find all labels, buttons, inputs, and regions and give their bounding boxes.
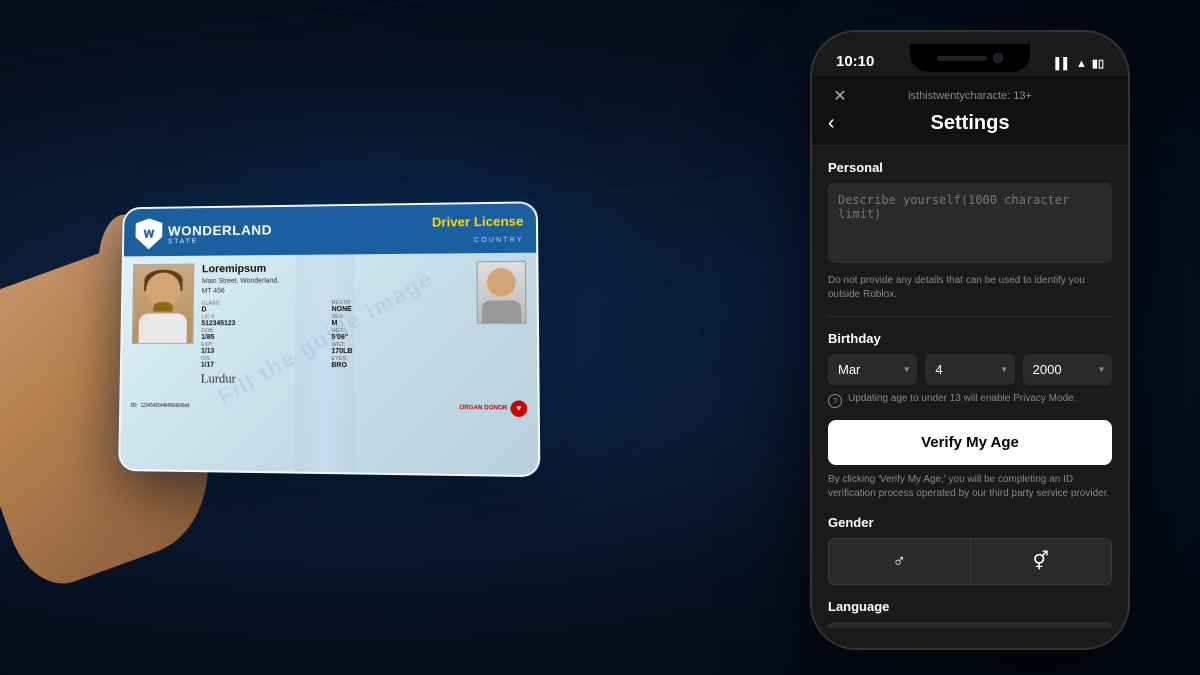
back-row: ‹ Settings — [828, 112, 1112, 145]
card-photo — [132, 263, 195, 343]
verify-age-button[interactable]: Verify My Age — [828, 420, 1112, 465]
app-subtitle: isthistwentycharacte: 13+ — [908, 90, 1032, 102]
language-section: Language English Spanish French German P… — [828, 599, 1112, 628]
card-info: Loremipsum Main Street, Wonderland, MT 4… — [201, 261, 465, 387]
month-select-wrapper: JanFebMar AprMayJun JulAugSep OctNovDec … — [828, 354, 917, 385]
birthday-row: JanFebMar AprMayJun JulAugSep OctNovDec … — [828, 354, 1112, 385]
day-select-wrapper: 123 45 ▾ — [925, 354, 1014, 385]
status-time: 10:10 — [836, 53, 874, 70]
card-shield-icon: W — [135, 218, 162, 249]
year-select[interactable]: 199819992000 2001 — [1023, 354, 1112, 385]
day-select[interactable]: 123 45 — [925, 354, 1014, 385]
card-right-face — [487, 267, 516, 295]
card-address: Main Street, Wonderland, MT 456 — [202, 275, 465, 296]
left-section: W WONDERLAND STATE Driver License COUNTR… — [0, 0, 650, 675]
gender-section-label: Gender — [828, 515, 1112, 530]
card-right-body — [482, 300, 521, 322]
privacy-mode-note: ? Updating age to under 13 will enable P… — [828, 393, 1112, 408]
personal-description-input[interactable] — [828, 183, 1112, 263]
month-select[interactable]: JanFebMar AprMayJun JulAugSep OctNovDec — [828, 354, 917, 385]
card-organ-donor: ORGAN DONOR ♥ — [459, 399, 527, 416]
phone-speaker — [937, 56, 987, 61]
card-header: W WONDERLAND STATE Driver License COUNTR… — [124, 203, 536, 256]
card-body: Loremipsum Main Street, Wonderland, MT 4… — [121, 252, 537, 395]
card-barcode: DD: 12345455446456464544 — [131, 402, 189, 408]
battery-icon: ▮▯ — [1092, 57, 1104, 70]
app-header: ✕ isthistwentycharacte: 13+ ‹ Settings — [812, 76, 1128, 146]
gender-options: ♂ ⚥ — [828, 538, 1112, 585]
gender-male-option[interactable]: ♂ — [829, 539, 970, 584]
phone-section: 10:10 ▌▌ ▲ ▮▯ ✕ isthistwentycharacte: 13… — [810, 30, 1150, 650]
card-state-sub: STATE — [168, 236, 272, 244]
card-details: CLASS: D RESTR: NONE LIC # 512345123 S — [201, 299, 465, 369]
phone-notch — [910, 44, 1030, 72]
personal-section-label: Personal — [828, 160, 1112, 175]
male-gender-icon: ♂ — [893, 551, 907, 572]
gender-other-option[interactable]: ⚥ — [970, 539, 1112, 584]
wifi-icon: ▲ — [1076, 58, 1087, 70]
close-button[interactable]: ✕ — [828, 84, 852, 108]
card-right-photo — [477, 260, 527, 323]
phone-screen: 10:10 ▌▌ ▲ ▮▯ ✕ isthistwentycharacte: 13… — [812, 32, 1128, 648]
card-photo-face — [146, 272, 181, 307]
card-logo: W WONDERLAND STATE — [135, 216, 272, 249]
phone-content: ✕ isthistwentycharacte: 13+ ‹ Settings P… — [812, 76, 1128, 648]
card-signature: Lurdur — [201, 370, 465, 387]
info-icon: ? — [828, 394, 842, 408]
card-photo-body — [139, 313, 187, 342]
divider-1 — [828, 316, 1112, 317]
phone-camera — [993, 53, 1003, 63]
close-row: ✕ isthistwentycharacte: 13+ — [828, 84, 1112, 108]
hand-area: W WONDERLAND STATE Driver License COUNTR… — [35, 128, 615, 548]
card-holder-name: Loremipsum — [202, 261, 464, 275]
language-select[interactable]: English Spanish French German Portuguese… — [828, 622, 1112, 628]
verify-note: By clicking 'Verify My Age,' you will be… — [828, 473, 1112, 501]
language-dropdown: English Spanish French German Portuguese… — [828, 622, 1112, 628]
year-select-wrapper: 199819992000 2001 ▾ — [1023, 354, 1112, 385]
gender-section: Gender ♂ ⚥ — [828, 515, 1112, 585]
phone-outer: 10:10 ▌▌ ▲ ▮▯ ✕ isthistwentycharacte: 13… — [810, 30, 1130, 650]
personal-privacy-note: Do not provide any details that can be u… — [828, 274, 1112, 302]
signal-icon: ▌▌ — [1055, 58, 1071, 70]
card-country-label: COUNTRY — [474, 236, 524, 244]
card-title-area: Driver License COUNTRY — [432, 213, 524, 247]
organ-heart-icon: ♥ — [510, 399, 527, 416]
language-section-label: Language — [828, 599, 1112, 614]
id-card: W WONDERLAND STATE Driver License COUNTR… — [118, 201, 540, 477]
page-title: Settings — [931, 112, 1010, 135]
card-license-type: Driver License — [432, 213, 524, 229]
settings-scroll[interactable]: Personal Do not provide any details that… — [812, 146, 1128, 628]
status-icons: ▌▌ ▲ ▮▯ — [1055, 57, 1104, 70]
other-gender-icon: ⚥ — [1033, 551, 1049, 572]
back-button[interactable]: ‹ — [828, 112, 858, 135]
birthday-section-label: Birthday — [828, 331, 1112, 346]
card-state-name: WONDERLAND — [168, 221, 272, 238]
